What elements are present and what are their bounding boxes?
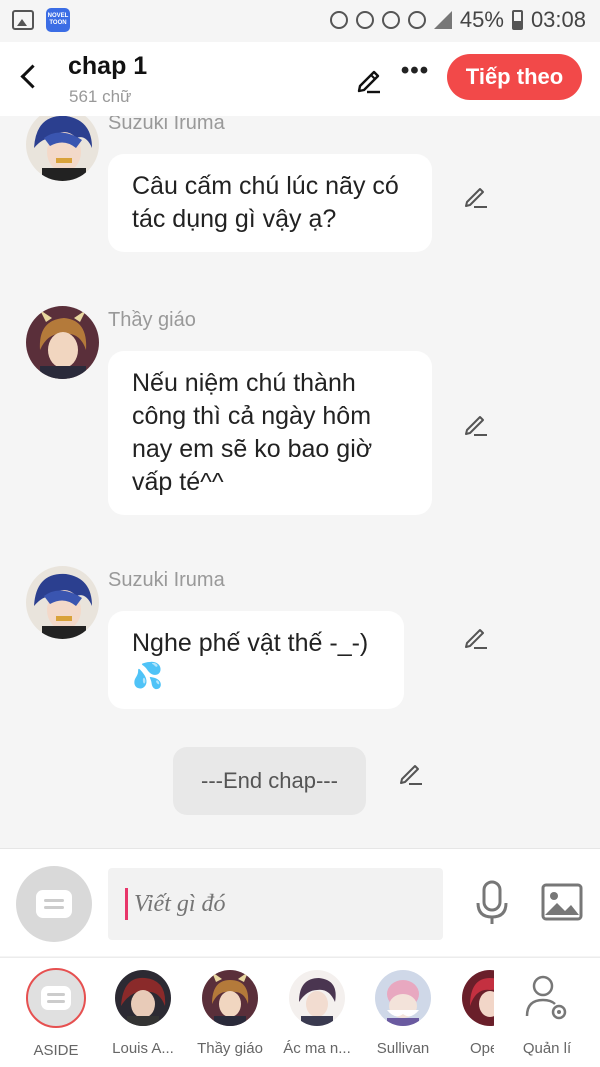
character-thay-giao[interactable]: Thầy giáo — [189, 970, 271, 1057]
novel-toon-app-icon: NOVEL TOON — [46, 8, 70, 32]
character-name: Thầy giáo — [197, 1040, 263, 1057]
character-ac-ma[interactable]: Ác ma n... — [276, 970, 358, 1057]
aside-mode-button[interactable] — [16, 866, 92, 942]
character-avatar — [462, 970, 494, 1026]
character-selector: ASIDE Louis A... Thầy giáo Ác ma n... Su… — [0, 957, 600, 1067]
character-name: Ác ma n... — [283, 1040, 351, 1057]
manage-characters-button[interactable]: Quản lí — [506, 970, 588, 1057]
recycle-icon — [329, 11, 348, 29]
image-upload-icon[interactable] — [541, 883, 583, 921]
compose-bar — [0, 848, 600, 956]
character-aside[interactable]: ASIDE — [15, 968, 97, 1059]
status-bar: NOVEL TOON 45% 03:08 — [0, 0, 600, 42]
edit-message-icon[interactable] — [397, 759, 425, 787]
message-bubble[interactable]: Câu cấm chú lúc nãy có tác dụng gì vậy ạ… — [108, 154, 432, 252]
edit-pencil-icon[interactable] — [354, 64, 384, 94]
character-avatar — [289, 970, 345, 1026]
battery-icon — [511, 10, 523, 30]
edit-message-icon[interactable] — [462, 623, 490, 651]
character-name: Ope — [470, 1040, 494, 1057]
more-options-icon[interactable]: ••• — [400, 59, 430, 92]
chat-bubble-icon — [41, 986, 71, 1010]
battery-percent: 45% — [459, 7, 504, 32]
message-input[interactable] — [108, 868, 443, 940]
alarm-icon — [381, 11, 400, 29]
character-name: Quản lí — [522, 1040, 572, 1057]
microphone-icon[interactable] — [472, 879, 512, 927]
character-name: Louis A... — [112, 1040, 174, 1057]
avatar-suzuki-iruma[interactable] — [26, 116, 99, 181]
sender-name: Suzuki Iruma — [108, 116, 225, 134]
sender-name: Suzuki Iruma — [108, 569, 225, 591]
character-louis[interactable]: Louis A... — [102, 970, 184, 1057]
character-sullivan[interactable]: Sullivan — [362, 970, 444, 1057]
chat-thread: Suzuki Iruma Câu cấm chú lúc nãy có tác … — [0, 116, 600, 848]
wifi-icon — [407, 11, 426, 29]
back-arrow-icon[interactable] — [14, 60, 44, 94]
clock: 03:08 — [530, 7, 586, 32]
manage-users-icon — [519, 970, 575, 1026]
sender-name: Thầy giáo — [108, 309, 196, 331]
aside-message[interactable]: ---End chap--- — [173, 747, 366, 815]
message-bubble[interactable]: Nghe phế vật thế -_-)💦 — [108, 611, 404, 709]
signal-icon — [433, 11, 452, 29]
top-bar: chap 1 561 chữ ••• Tiếp theo — [0, 42, 600, 116]
character-avatar — [115, 970, 171, 1026]
avatar-suzuki-iruma[interactable] — [26, 566, 99, 639]
word-count: 561 chữ — [69, 87, 132, 106]
edit-message-icon[interactable] — [462, 410, 490, 438]
character-name: Sullivan — [376, 1040, 430, 1057]
message-bubble[interactable]: Nếu niệm chú thành công thì cả ngày hôm … — [108, 351, 432, 515]
aside-avatar — [26, 968, 86, 1028]
avatar-thay-giao[interactable] — [26, 306, 99, 379]
edit-message-icon[interactable] — [462, 182, 490, 210]
mute-icon — [355, 11, 374, 29]
character-ope[interactable]: Ope — [442, 970, 494, 1057]
character-name: ASIDE — [33, 1042, 79, 1059]
gallery-notification-icon — [12, 10, 34, 30]
text-caret — [125, 888, 128, 920]
character-avatar — [375, 970, 431, 1026]
next-button[interactable]: Tiếp theo — [447, 54, 582, 100]
character-avatar — [202, 970, 258, 1026]
chat-bubble-icon — [36, 890, 72, 918]
chapter-title: chap 1 — [68, 52, 148, 80]
